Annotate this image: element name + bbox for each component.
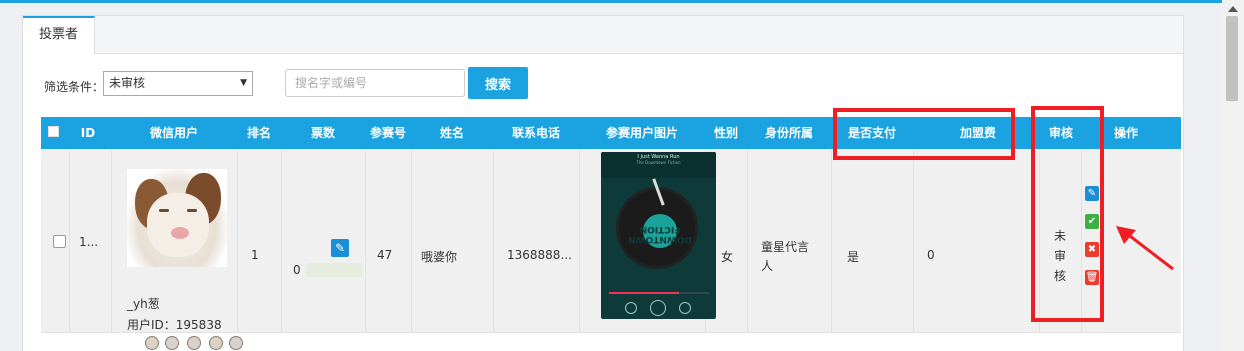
next-icon <box>679 302 691 314</box>
avatar-detail <box>147 193 209 257</box>
avatar-detail <box>171 227 189 239</box>
disc-text: DOWNTOWN FICTION <box>628 224 692 244</box>
divider <box>365 149 366 333</box>
entry-photo: I Just Wanna Run The Downtown Fiction DO… <box>601 152 716 319</box>
cell-name: 哦婆你 <box>421 250 458 264</box>
phone-status: I Just Wanna Run The Downtown Fiction <box>601 152 716 178</box>
col-id: ID <box>80 126 96 140</box>
col-photo: 参赛用户图片 <box>605 126 678 140</box>
annotation-arrow <box>1116 226 1174 271</box>
tab-bar: 投票者 <box>23 16 1183 54</box>
thumb-dot <box>165 336 179 350</box>
cell-id: 1... <box>79 235 99 249</box>
arrow-head <box>1116 226 1136 244</box>
user-avatar <box>127 169 227 267</box>
phone-artist: The Downtown Fiction <box>636 160 681 165</box>
col-phone: 联系电话 <box>511 126 560 140</box>
cell-rank: 1 <box>251 248 259 262</box>
cell-phone: 1368888... <box>507 248 572 262</box>
cell-gender: 女 <box>721 250 734 264</box>
cell-entry-no: 47 <box>377 248 393 262</box>
divider <box>579 149 580 333</box>
avatar-detail <box>159 209 169 212</box>
row-checkbox[interactable] <box>53 235 66 248</box>
cell-identity-line2: 人 <box>761 259 774 273</box>
cell-identity-line1: 童星代言 <box>761 240 810 254</box>
main-panel: 投票者 筛选条件： 未审核 ▼ 搜索 ID 微信用户 排名 票数 参赛号 姓名 … <box>22 15 1184 351</box>
divider <box>493 149 494 333</box>
highlight-box-review <box>1031 106 1104 322</box>
col-wechat-user: 微信用户 <box>149 126 198 140</box>
cell-paid: 是 <box>847 250 860 264</box>
filter-select[interactable]: 未审核 ▼ <box>103 71 253 96</box>
col-identity: 身份所属 <box>764 126 813 140</box>
cell-user-id: 用户ID：195838 <box>127 318 222 332</box>
table-row <box>41 333 1181 351</box>
col-rank: 排名 <box>246 126 271 140</box>
record-disc: DOWNTOWN FICTION <box>616 187 698 269</box>
highlight-box-payment <box>833 108 1015 160</box>
cell-nickname: _yh葱 <box>127 297 160 311</box>
edit-votes-icon[interactable]: ✎ <box>331 239 349 257</box>
thumb-dot <box>187 336 201 350</box>
scrollbar[interactable] <box>1222 0 1244 351</box>
filter-selected-value: 未审核 <box>109 76 146 90</box>
tab-voters[interactable]: 投票者 <box>23 16 95 54</box>
col-gender: 性别 <box>713 126 738 140</box>
col-votes: 票数 <box>310 126 335 140</box>
filter-label: 筛选条件： <box>44 80 105 94</box>
divider <box>747 149 748 333</box>
divider <box>237 149 238 333</box>
divider <box>69 149 70 333</box>
col-actions: 操作 <box>1113 126 1138 140</box>
next-row-avatar <box>145 336 245 350</box>
progress-track <box>609 292 709 294</box>
arrow-shaft <box>1125 231 1174 271</box>
scroll-thumb[interactable] <box>1226 16 1238 101</box>
divider <box>831 149 832 333</box>
cell-votes: 0 <box>293 263 301 277</box>
select-all-checkbox[interactable] <box>48 126 59 137</box>
progress-fill <box>609 292 679 294</box>
chevron-down-icon: ▼ <box>240 78 247 88</box>
divider <box>111 149 112 333</box>
cell-fee: 0 <box>927 248 935 262</box>
prev-icon <box>625 302 637 314</box>
thumb-dot <box>229 336 243 350</box>
search-input[interactable] <box>285 69 465 97</box>
search-button[interactable]: 搜索 <box>468 67 528 99</box>
scroll-up-icon[interactable] <box>1228 6 1238 12</box>
thumb-dot <box>209 336 223 350</box>
col-entry-no: 参赛号 <box>369 126 406 140</box>
thumb-dot <box>145 336 159 350</box>
top-accent-line <box>0 0 1244 3</box>
divider <box>411 149 412 333</box>
table-row: 1... _yh葱 用户ID：195838 1 ✎ 0 47 哦婆你 13688… <box>41 149 1181 333</box>
votes-bar <box>306 263 362 277</box>
col-name: 姓名 <box>439 126 464 140</box>
divider <box>281 149 282 333</box>
pause-icon <box>650 300 666 316</box>
divider <box>913 149 914 333</box>
avatar-detail <box>187 209 197 212</box>
